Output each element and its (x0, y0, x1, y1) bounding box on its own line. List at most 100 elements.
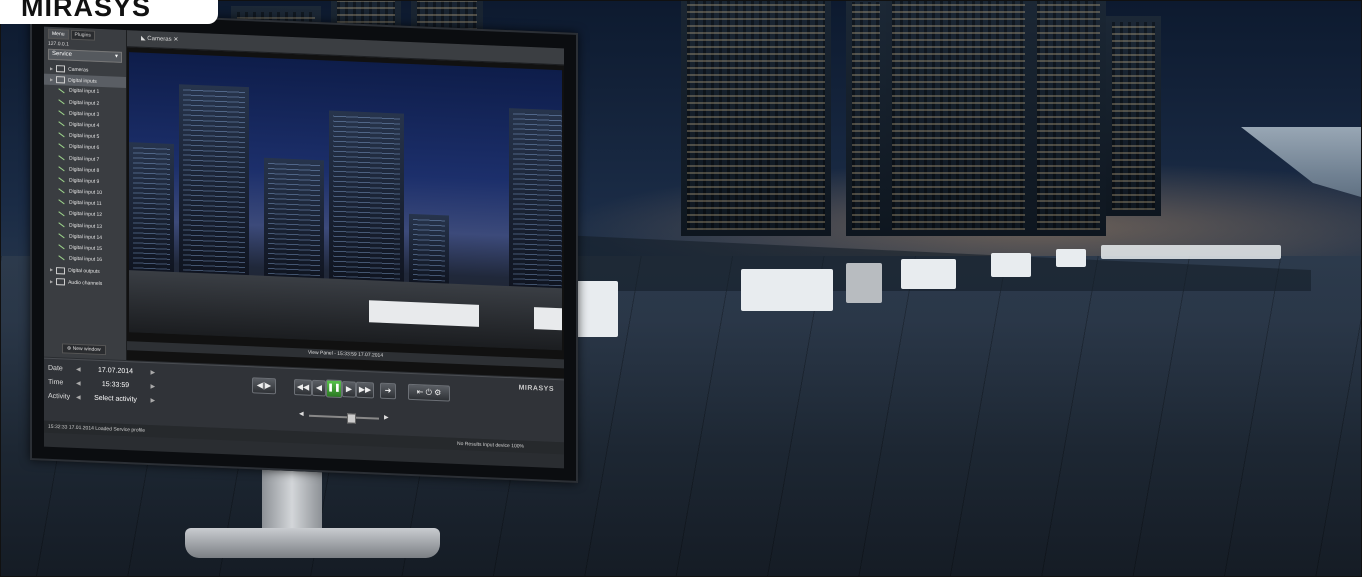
input-icon (58, 210, 65, 216)
tree-label: Digital input 9 (69, 177, 100, 185)
tree-label: Cameras (68, 66, 89, 74)
video-planter (534, 307, 562, 331)
input-icon (58, 177, 65, 183)
building (1106, 16, 1161, 216)
tree-label: Digital outputs (68, 267, 100, 276)
tree-label: Digital input 3 (69, 110, 100, 118)
monitor-stand-base (185, 528, 440, 558)
device-tree: Cameras Digital inputs Digital input 1 D… (44, 63, 126, 290)
tab-plugins[interactable]: Plugins (70, 29, 95, 41)
close-icon[interactable]: ✕ (173, 37, 178, 43)
building (681, 1, 831, 236)
input-icon (58, 166, 65, 172)
brand-logo-text: MIRASYS (21, 0, 152, 22)
slider-right-icon[interactable]: ▶ (384, 414, 389, 421)
input-icon (58, 188, 65, 194)
go-live-icon[interactable]: ➜ (380, 382, 396, 400)
step-forward-icon[interactable]: ▶ (342, 381, 356, 398)
date-value[interactable]: 17.07.2014 (83, 366, 149, 376)
prev-activity-icon[interactable]: ◀ (76, 395, 81, 401)
input-icon (58, 87, 65, 93)
trash-bin (846, 263, 882, 303)
play-pause-button[interactable]: ❚❚ (326, 379, 342, 399)
next-activity-icon[interactable]: ▶ (150, 398, 155, 404)
input-icon (58, 255, 65, 261)
building (846, 1, 886, 236)
input-icon (58, 222, 65, 228)
activity-row: Activity ◀ Select activity ▶ (48, 393, 155, 404)
input-icon (58, 110, 65, 116)
building (886, 1, 1031, 236)
video-ground (129, 270, 562, 351)
tree-label: Digital inputs (68, 77, 97, 85)
video-building (179, 84, 249, 278)
new-window-label: New window (72, 345, 101, 353)
planter (576, 281, 618, 337)
video-tab-cameras[interactable]: Cameras (147, 36, 171, 43)
chevron-down-icon: ▼ (114, 53, 119, 60)
new-window-button[interactable]: ⊕ New window (62, 343, 106, 356)
tree-label: Digital input 12 (69, 211, 103, 219)
date-label: Date (48, 364, 63, 373)
input-icon (58, 132, 65, 138)
camera-icon: ◣ (141, 35, 146, 42)
prev-time-icon[interactable]: ◀ (76, 381, 81, 387)
tree-label: Digital input 7 (69, 155, 100, 163)
tree-label: Digital input 16 (69, 255, 103, 264)
planter (991, 253, 1031, 277)
folder-icon (56, 277, 66, 286)
tab-menu[interactable]: Menu (48, 28, 69, 40)
status-right-info: No Results Input device 100% (457, 440, 524, 450)
planter (901, 259, 956, 289)
planter-row (1101, 245, 1281, 259)
time-value[interactable]: 15:33:59 (83, 380, 149, 390)
input-icon (58, 154, 65, 161)
video-building (129, 142, 174, 275)
prev-date-icon[interactable]: ◀ (76, 367, 81, 373)
tree-label: Digital input 13 (69, 222, 103, 230)
time-row: Time ◀ 15:33:59 ▶ (48, 379, 155, 390)
next-time-icon[interactable]: ▶ (150, 384, 155, 390)
input-icon (58, 244, 65, 250)
export-tools-button[interactable]: ⇤ ⏻ ⚙ (408, 383, 450, 402)
forward-fast-icon[interactable]: ▶▶ (356, 381, 374, 399)
tree-label: Digital input 11 (69, 199, 102, 208)
tree-label: Digital input 2 (69, 99, 100, 107)
service-select[interactable]: Service ▼ (48, 48, 122, 63)
mirasys-logo: MIRASYS (518, 384, 554, 393)
speed-slider-knob[interactable] (347, 413, 356, 424)
tree-label: Digital input 5 (69, 132, 100, 141)
tree-label: Digital input 14 (69, 233, 103, 241)
video-area: ◣ Cameras ✕ View Panel - 15:33:59 17.07.… (127, 30, 564, 379)
building (1031, 1, 1106, 236)
next-date-icon[interactable]: ▶ (150, 370, 155, 376)
input-icon (58, 99, 65, 105)
status-message: 15:32:33 17.01.2014 Loaded Service profi… (48, 423, 146, 434)
slider-left-icon[interactable]: ◀ (299, 410, 304, 417)
app-window: Menu Plugins 127.0.0.1 Service ▼ Cameras… (44, 26, 564, 469)
activity-label: Activity (48, 392, 71, 401)
tree-label: Digital input 10 (69, 188, 103, 197)
tree-label: Digital input 1 (69, 88, 100, 96)
video-building (509, 108, 562, 291)
frame-step-button[interactable]: ◀|▶ (252, 377, 276, 395)
folder-icon (56, 266, 66, 275)
rewind-fast-icon[interactable]: ◀◀ (294, 379, 312, 396)
speed-slider[interactable] (309, 413, 379, 424)
monitor-bezel: Menu Plugins 127.0.0.1 Service ▼ Cameras… (30, 10, 578, 483)
video-planter (369, 300, 479, 327)
planter (1056, 249, 1086, 267)
video-building (329, 110, 404, 284)
camera-video-feed[interactable] (129, 52, 562, 351)
tree-label: Audio channels (68, 279, 103, 287)
input-icon (58, 233, 65, 239)
sidebar: Menu Plugins 127.0.0.1 Service ▼ Cameras… (44, 26, 127, 361)
planter (741, 269, 833, 311)
monitor: Menu Plugins 127.0.0.1 Service ▼ Cameras… (30, 10, 578, 483)
input-icon (58, 199, 65, 205)
step-back-icon[interactable]: ◀ (312, 379, 326, 397)
tree-item-audio-channels[interactable]: Audio channels (44, 275, 126, 290)
tree-label: Digital input 15 (69, 244, 103, 253)
activity-select[interactable]: Select activity (83, 394, 149, 404)
tree-label: Digital input 4 (69, 121, 100, 129)
